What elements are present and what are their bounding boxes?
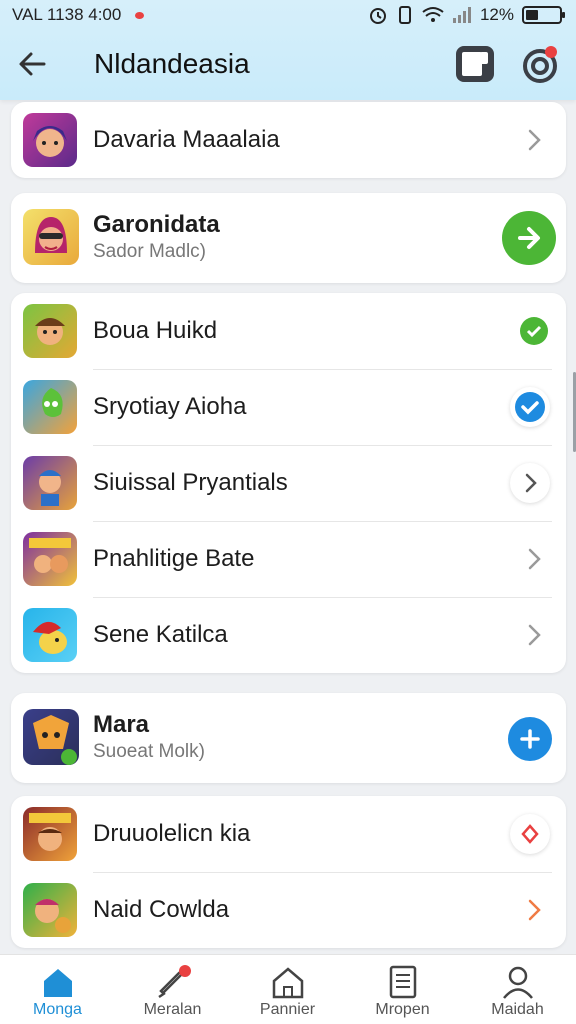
card-featured-garonidata: Garonidata Sador Madlc) (11, 193, 566, 283)
avatar (23, 883, 77, 937)
list-item[interactable]: Druuolelicn kia (11, 796, 566, 872)
nav-tab-maidah[interactable]: Maidah (460, 955, 575, 1024)
plus-icon (520, 729, 540, 749)
card-top: Davaria Maaalaia (11, 102, 566, 178)
avatar (23, 709, 79, 765)
featured-item[interactable]: Garonidata Sador Madlc) (11, 193, 566, 283)
home-icon (44, 969, 72, 997)
rocket-icon (158, 965, 191, 999)
list-item-label: Siuissal Pryantials (93, 469, 288, 496)
wifi-icon (422, 7, 444, 22)
avatar (23, 113, 77, 167)
nav-label: Monga (33, 1001, 82, 1018)
settings-icon[interactable] (520, 44, 560, 84)
featured-title: Mara (93, 711, 150, 738)
avatar (23, 807, 77, 861)
battery-icon (522, 6, 565, 24)
list-item[interactable]: Boua Huikd (11, 293, 566, 369)
alarm-icon (369, 8, 386, 24)
chevron-ring-icon (510, 463, 550, 503)
avatar (23, 608, 77, 662)
nav-label: Pannier (259, 1001, 316, 1018)
card-bottom-group: Druuolelicn kia Naid Cowlda (11, 796, 566, 948)
list-item-label: Naid Cowlda (93, 896, 230, 923)
go-arrow-button[interactable] (502, 211, 556, 265)
back-arrow-icon[interactable] (14, 44, 54, 84)
list-item[interactable]: Sene Katilca (11, 597, 566, 673)
notification-dot-icon (135, 11, 145, 19)
avatar (23, 532, 77, 586)
list-item[interactable]: Davaria Maaalaia (11, 102, 566, 178)
list-item-label: Sryotiay Aioha (93, 393, 247, 420)
featured-subtitle: Suoeat Molk) (93, 741, 205, 762)
featured-item[interactable]: Mara Suoeat Molk) (11, 693, 566, 783)
person-icon (503, 966, 533, 999)
arrow-right-icon (518, 227, 540, 249)
chevron-right-icon (528, 129, 541, 151)
page-title: Nldandeasia (94, 48, 250, 79)
orange-chevron-right-icon (528, 899, 541, 921)
list-item-label: Davaria Maaalaia (93, 126, 280, 153)
list-item[interactable]: Pnahlitige Bate (11, 521, 566, 597)
nav-label: Meralan (143, 1001, 202, 1018)
card-group: Boua Huikd Sryotiay Aioha Siuissal Pryan… (11, 293, 566, 673)
document-icon (389, 965, 417, 999)
featured-title: Garonidata (93, 211, 220, 238)
list-item[interactable]: Siuissal Pryantials (11, 445, 566, 521)
app-bar: Nldandeasia (0, 32, 576, 100)
list-item-label: Druuolelicn kia (93, 820, 251, 847)
top-bar: VAL 1138 4:00 12% Nldandeasia (0, 0, 576, 100)
avatar (23, 209, 79, 265)
vibrate-icon (398, 6, 411, 24)
add-button[interactable] (508, 717, 552, 761)
card-featured-mara: Mara Suoeat Molk) (11, 693, 566, 783)
avatar (23, 380, 77, 434)
nav-label: Mropen (375, 1001, 430, 1018)
featured-subtitle: Sador Madlc) (93, 241, 206, 262)
house-outline-icon (272, 967, 304, 999)
list-item[interactable]: Naid Cowlda (11, 872, 566, 948)
nav-tab-mropen[interactable]: Mropen (345, 955, 460, 1024)
list-item[interactable]: Sryotiay Aioha (11, 369, 566, 445)
avatar (23, 304, 77, 358)
status-bar: VAL 1138 4:00 12% (0, 0, 576, 30)
green-check-badge-icon (516, 313, 552, 349)
blue-check-icon (510, 387, 550, 427)
chevron-right-icon (528, 624, 541, 646)
list-item-label: Boua Huikd (93, 317, 218, 344)
avatar (23, 456, 77, 510)
status-time: VAL 1138 4:00 (12, 5, 122, 24)
battery-percent: 12% (479, 5, 514, 24)
list-item-label: Pnahlitige Bate (93, 545, 255, 572)
list-item-label: Sene Katilca (93, 621, 228, 648)
red-chevron-ring-icon (510, 814, 550, 854)
chevron-right-icon (528, 548, 541, 570)
tabs-icon[interactable] (456, 46, 494, 82)
nav-tab-pannier[interactable]: Pannier (230, 955, 345, 1024)
nav-tab-meralan[interactable]: Meralan (115, 955, 230, 1024)
nav-label: Maidah (491, 1001, 544, 1018)
signal-icon (452, 7, 471, 23)
nav-tab-monga[interactable]: Monga (0, 955, 115, 1024)
bottom-navigation: Monga Meralan Pannier Mropen Maidah (0, 954, 576, 1024)
